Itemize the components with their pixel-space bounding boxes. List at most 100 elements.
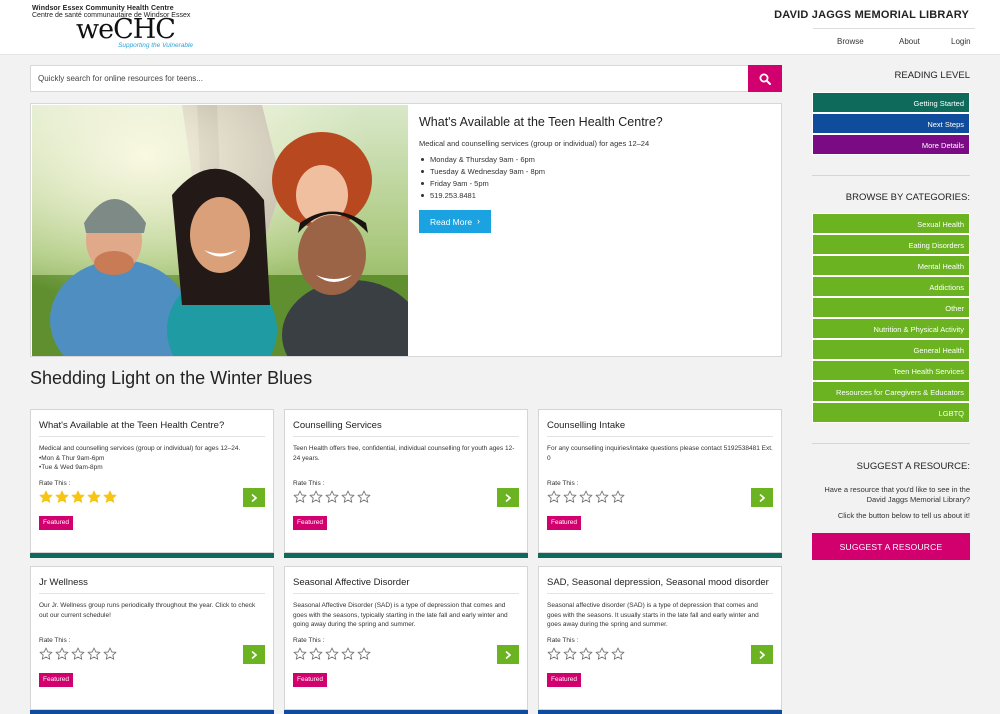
card-divider [293, 436, 519, 437]
card-open-button[interactable] [243, 645, 265, 664]
star-empty-icon[interactable] [325, 647, 339, 661]
reading-level-heading: READING LEVEL [894, 70, 971, 81]
chevron-right-icon: › [477, 216, 480, 226]
category-teen-health-services[interactable]: Teen Health Services [812, 360, 970, 381]
star-empty-icon[interactable] [579, 647, 593, 661]
star-filled-icon[interactable] [55, 490, 69, 504]
star-empty-icon[interactable] [357, 490, 371, 504]
category-general-health[interactable]: General Health [812, 339, 970, 360]
card-rate-label: Rate This : [547, 480, 579, 487]
search-button[interactable] [748, 65, 782, 92]
star-empty-icon[interactable] [309, 647, 323, 661]
card-open-button[interactable] [497, 488, 519, 507]
card-title[interactable]: Jr Wellness [39, 577, 88, 588]
card-body-line: Seasonal Affective Disorder (SAD) is a t… [293, 602, 508, 628]
star-empty-icon[interactable] [547, 490, 561, 504]
star-filled-icon[interactable] [71, 490, 85, 504]
card-title[interactable]: SAD, Seasonal depression, Seasonal mood … [547, 577, 769, 588]
section-title: Shedding Light on the Winter Blues [30, 368, 313, 388]
star-rating[interactable] [547, 490, 625, 506]
card-title[interactable]: Seasonal Affective Disorder [293, 577, 410, 588]
resource-card[interactable]: Seasonal Affective Disorder Seasonal Aff… [284, 566, 528, 714]
category-eating-disorders[interactable]: Eating Disorders [812, 234, 970, 255]
suggest-cta-text: Click the button below to tell us about … [837, 511, 970, 520]
read-more-button[interactable]: Read More › [419, 210, 491, 233]
card-open-button[interactable] [243, 488, 265, 507]
star-empty-icon[interactable] [309, 490, 323, 504]
resource-card[interactable]: SAD, Seasonal depression, Seasonal mood … [538, 566, 782, 714]
card-title[interactable]: Counselling Intake [547, 420, 625, 431]
star-empty-icon[interactable] [341, 647, 355, 661]
star-empty-icon[interactable] [611, 647, 625, 661]
reading-level-next-steps[interactable]: Next Steps [812, 113, 970, 134]
star-empty-icon[interactable] [547, 647, 561, 661]
star-rating[interactable] [293, 647, 371, 663]
reading-level-getting-started[interactable]: Getting Started [812, 92, 970, 113]
star-empty-icon[interactable] [563, 647, 577, 661]
search-bar [30, 65, 782, 92]
card-rate-label: Rate This : [39, 637, 71, 644]
wechc-logo[interactable]: Windsor Essex Community Health Centre Ce… [32, 5, 193, 51]
reading-level-more-details[interactable]: More Details [812, 134, 970, 155]
category-other[interactable]: Other [812, 297, 970, 318]
card-title[interactable]: What's Available at the Teen Health Cent… [39, 420, 224, 431]
logo-tagline: Supporting the Vulnerable [118, 42, 194, 49]
card-open-button[interactable] [497, 645, 519, 664]
star-empty-icon[interactable] [341, 490, 355, 504]
nav-link-about[interactable]: About [899, 37, 920, 46]
star-empty-icon[interactable] [87, 647, 101, 661]
card-body: Seasonal affective disorder (SAD) is a t… [547, 601, 773, 630]
star-rating[interactable] [293, 490, 371, 506]
category-nutrition-physical-activity[interactable]: Nutrition & Physical Activity [812, 318, 970, 339]
nav-link-login[interactable]: Login [951, 37, 971, 46]
star-empty-icon[interactable] [325, 490, 339, 504]
category-lgbtq[interactable]: LGBTQ [812, 402, 970, 423]
card-title[interactable]: Counselling Services [293, 420, 382, 431]
suggest-resource-button[interactable]: SUGGEST A RESOURCE [812, 533, 970, 560]
nav-link-browse[interactable]: Browse [837, 37, 864, 46]
search-input[interactable] [31, 66, 749, 91]
resource-card[interactable]: Jr Wellness Our Jr. Wellness group runs … [30, 566, 274, 714]
star-empty-icon[interactable] [595, 647, 609, 661]
category-caregivers-educators[interactable]: Resources for Caregivers & Educators [812, 381, 970, 402]
star-empty-icon[interactable] [595, 490, 609, 504]
categories-heading: BROWSE BY CATEGORIES: [845, 192, 970, 203]
chevron-right-icon [759, 494, 765, 502]
star-rating[interactable] [547, 647, 625, 663]
card-rate-label: Rate This : [547, 637, 579, 644]
hero-hours-list: Monday & Thursday 9am - 6pm Tuesday & We… [419, 155, 545, 203]
resource-card[interactable]: Counselling Intake For any counselling i… [538, 409, 782, 558]
logo-org-line1: Windsor Essex Community Health Centre [32, 5, 174, 12]
star-empty-icon[interactable] [55, 647, 69, 661]
star-empty-icon[interactable] [71, 647, 85, 661]
star-empty-icon[interactable] [293, 490, 307, 504]
featured-badge: Featured [39, 673, 74, 687]
hero-photo-art [32, 105, 408, 356]
star-empty-icon[interactable] [103, 647, 117, 661]
star-empty-icon[interactable] [563, 490, 577, 504]
card-rate-label: Rate This : [293, 480, 325, 487]
card-body-line: •Mon & Thur 9am-6pm [39, 454, 105, 462]
star-empty-icon[interactable] [293, 647, 307, 661]
star-empty-icon[interactable] [579, 490, 593, 504]
category-sexual-health[interactable]: Sexual Health [812, 213, 970, 234]
star-rating[interactable] [39, 490, 117, 506]
resource-card[interactable]: What's Available at the Teen Health Cent… [30, 409, 274, 558]
chevron-right-icon [251, 494, 257, 502]
resource-card[interactable]: Counselling Services Teen Health offers … [284, 409, 528, 558]
card-rate-label: Rate This : [39, 480, 71, 487]
category-mental-health[interactable]: Mental Health [812, 255, 970, 276]
card-open-button[interactable] [751, 645, 773, 664]
card-open-button[interactable] [751, 488, 773, 507]
star-empty-icon[interactable] [357, 647, 371, 661]
card-body-line: •Tue & Wed 9am-8pm [39, 464, 103, 471]
star-filled-icon[interactable] [39, 490, 53, 504]
star-rating[interactable] [39, 647, 117, 663]
category-addictions[interactable]: Addictions [812, 276, 970, 297]
card-divider [547, 436, 773, 437]
star-empty-icon[interactable] [39, 647, 53, 661]
hero-photo[interactable] [32, 105, 408, 356]
star-empty-icon[interactable] [611, 490, 625, 504]
star-filled-icon[interactable] [87, 490, 101, 504]
star-filled-icon[interactable] [103, 490, 117, 504]
